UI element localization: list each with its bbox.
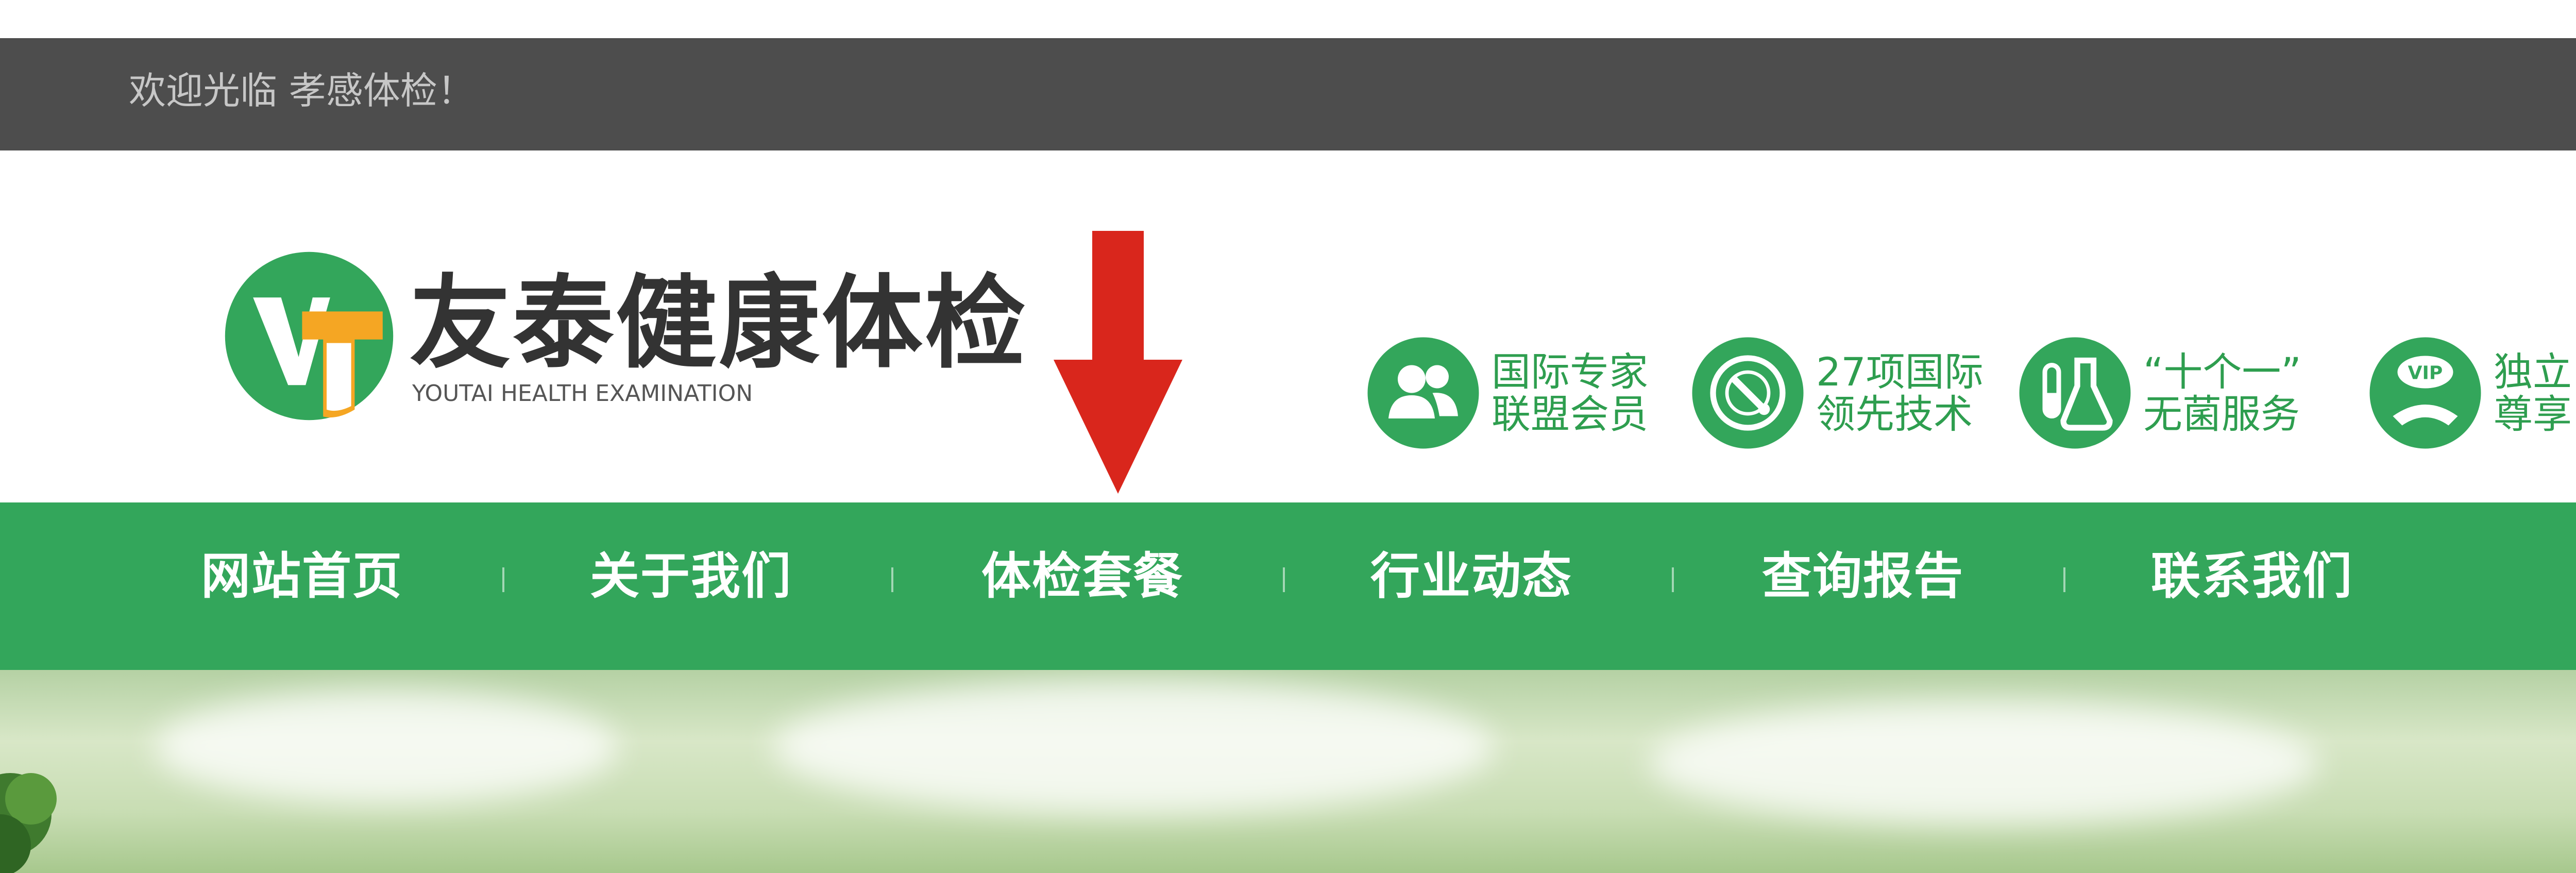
page: 欢迎光临 孝感体检！ 友泰健康体检 YOUTAI HEALTH EXAMINAT… — [0, 0, 2576, 873]
cloud-shape — [155, 691, 618, 804]
nav-divider — [2063, 567, 2065, 592]
feature-line: 尊享 — [2494, 391, 2572, 437]
feature-line: 领先技术 — [1816, 391, 1973, 437]
svg-text:VIP: VIP — [2408, 363, 2443, 384]
nav-item-packages[interactable]: 体检套餐 — [981, 551, 1183, 601]
hero-banner — [0, 670, 2576, 873]
vip-icon: VIP — [2369, 337, 2481, 449]
nav-divider — [1283, 567, 1285, 592]
down-arrow-icon — [1054, 231, 1182, 494]
feature-line: “十个一” — [2143, 348, 2301, 395]
nav-item-news[interactable]: 行业动态 — [1370, 551, 1572, 601]
feature-line: 独立 — [2494, 348, 2572, 395]
feature-line: 27项国际 — [1816, 348, 1984, 395]
feature-sterile-service: “十个一” 无菌服务 — [2017, 335, 2301, 451]
feature-line: 无菌服务 — [2143, 391, 2300, 437]
nav-item-home[interactable]: 网站首页 — [201, 551, 403, 601]
nav-item-about[interactable]: 关于我们 — [590, 551, 792, 601]
feature-vip: VIP 独立 尊享 — [2367, 335, 2572, 451]
main-nav: 网站首页 关于我们 体检套餐 行业动态 查询报告 联系我们 — [0, 502, 2576, 670]
nav-item-contact[interactable]: 联系我们 — [2151, 551, 2353, 601]
welcome-text: 欢迎光临 孝感体检！ — [129, 69, 474, 112]
feature-expert-alliance: 国际专家 联盟会员 — [1365, 335, 1648, 451]
nav-item-report[interactable]: 查询报告 — [1762, 551, 1964, 601]
cloud-shape — [1649, 701, 2318, 825]
people-icon — [1367, 337, 1479, 449]
feature-line: 国际专家 — [1492, 348, 1648, 395]
nav-divider — [502, 567, 504, 592]
cloud-shape — [773, 680, 1494, 814]
tech-dial-icon — [1692, 337, 1804, 449]
feature-line: 联盟会员 — [1492, 391, 1648, 437]
nav-divider — [1672, 567, 1674, 592]
logo-name-en: YOUTAI HEALTH EXAMINATION — [412, 380, 753, 407]
lab-flask-icon — [2019, 337, 2131, 449]
nav-divider — [891, 567, 893, 592]
tree-image — [0, 773, 57, 873]
feature-tech: 27项国际 领先技术 — [1690, 335, 1984, 451]
logo-name-cn[interactable]: 友泰健康体检 — [410, 273, 1028, 374]
logo-icon[interactable] — [222, 248, 397, 424]
